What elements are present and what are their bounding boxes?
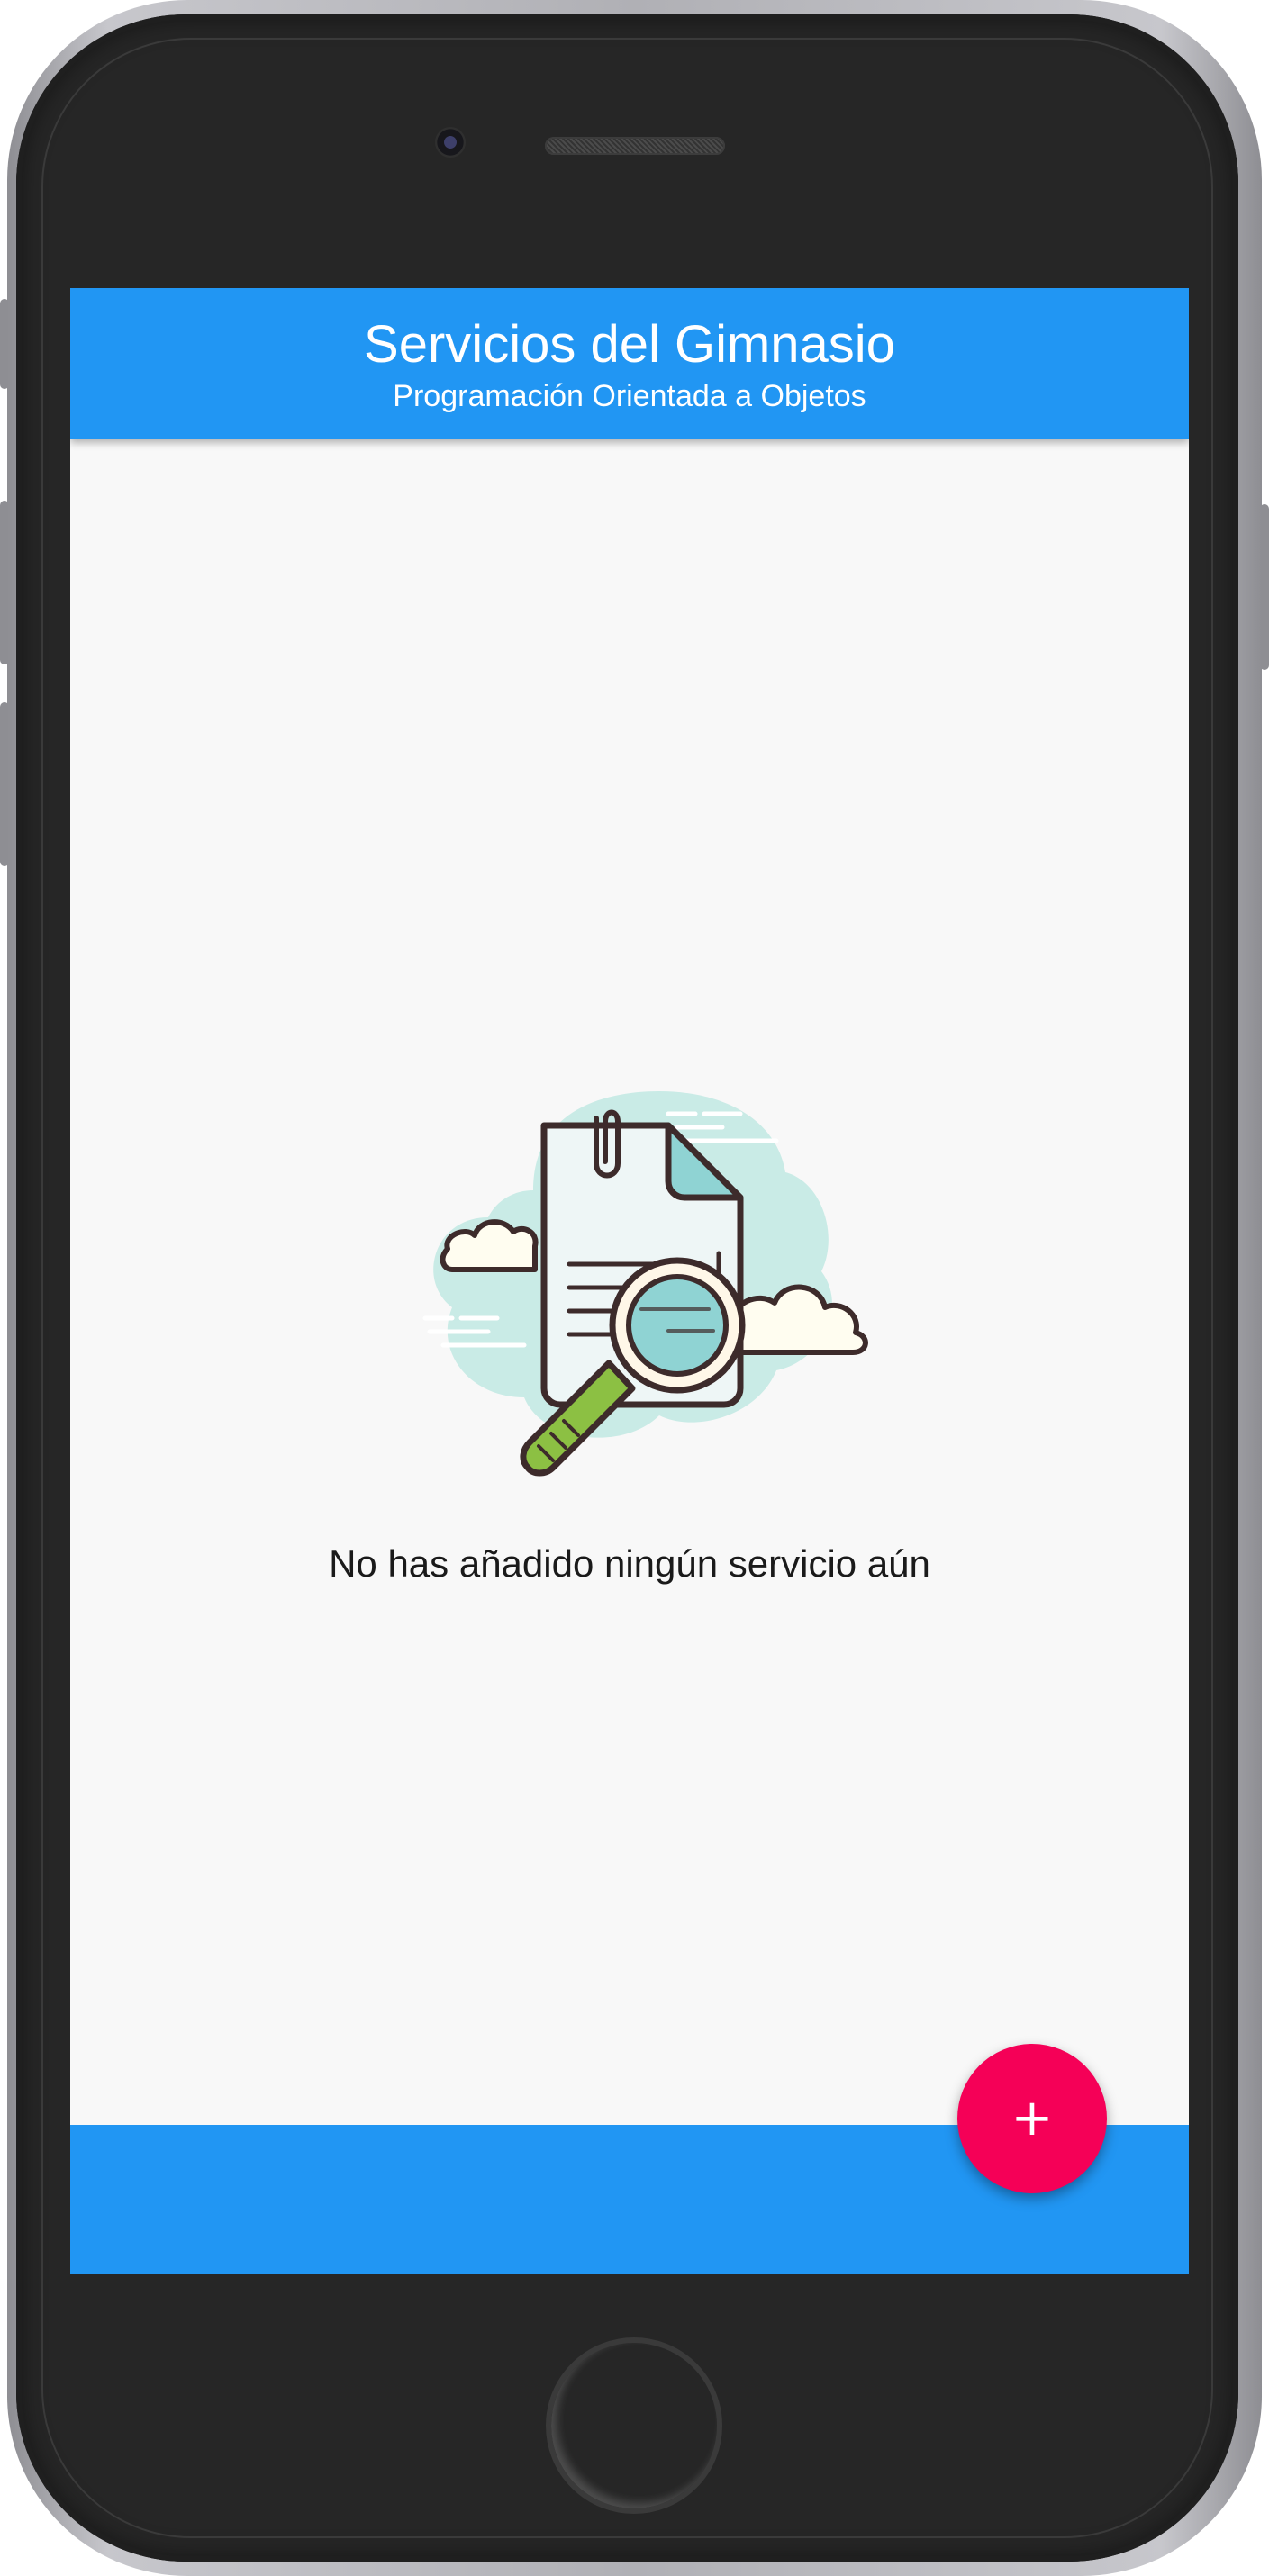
app-bar: Servicios del Gimnasio Programación Orie… <box>70 288 1189 439</box>
device-mockup: Servicios del Gimnasio Programación Orie… <box>0 0 1269 2576</box>
app-subtitle: Programación Orientada a Objetos <box>393 379 866 413</box>
add-service-button[interactable]: + <box>957 2044 1107 2193</box>
app-screen: Servicios del Gimnasio Programación Orie… <box>70 288 1189 2274</box>
empty-state-message: No has añadido ningún servicio aún <box>329 1542 930 1585</box>
app-title: Servicios del Gimnasio <box>364 315 895 374</box>
front-camera-icon <box>435 127 466 158</box>
add-icon: + <box>1011 2089 1054 2147</box>
document-search-icon <box>422 1091 868 1477</box>
earpiece-speaker <box>545 137 725 155</box>
magnifier-lens <box>626 1274 729 1377</box>
home-button[interactable] <box>546 2337 722 2514</box>
